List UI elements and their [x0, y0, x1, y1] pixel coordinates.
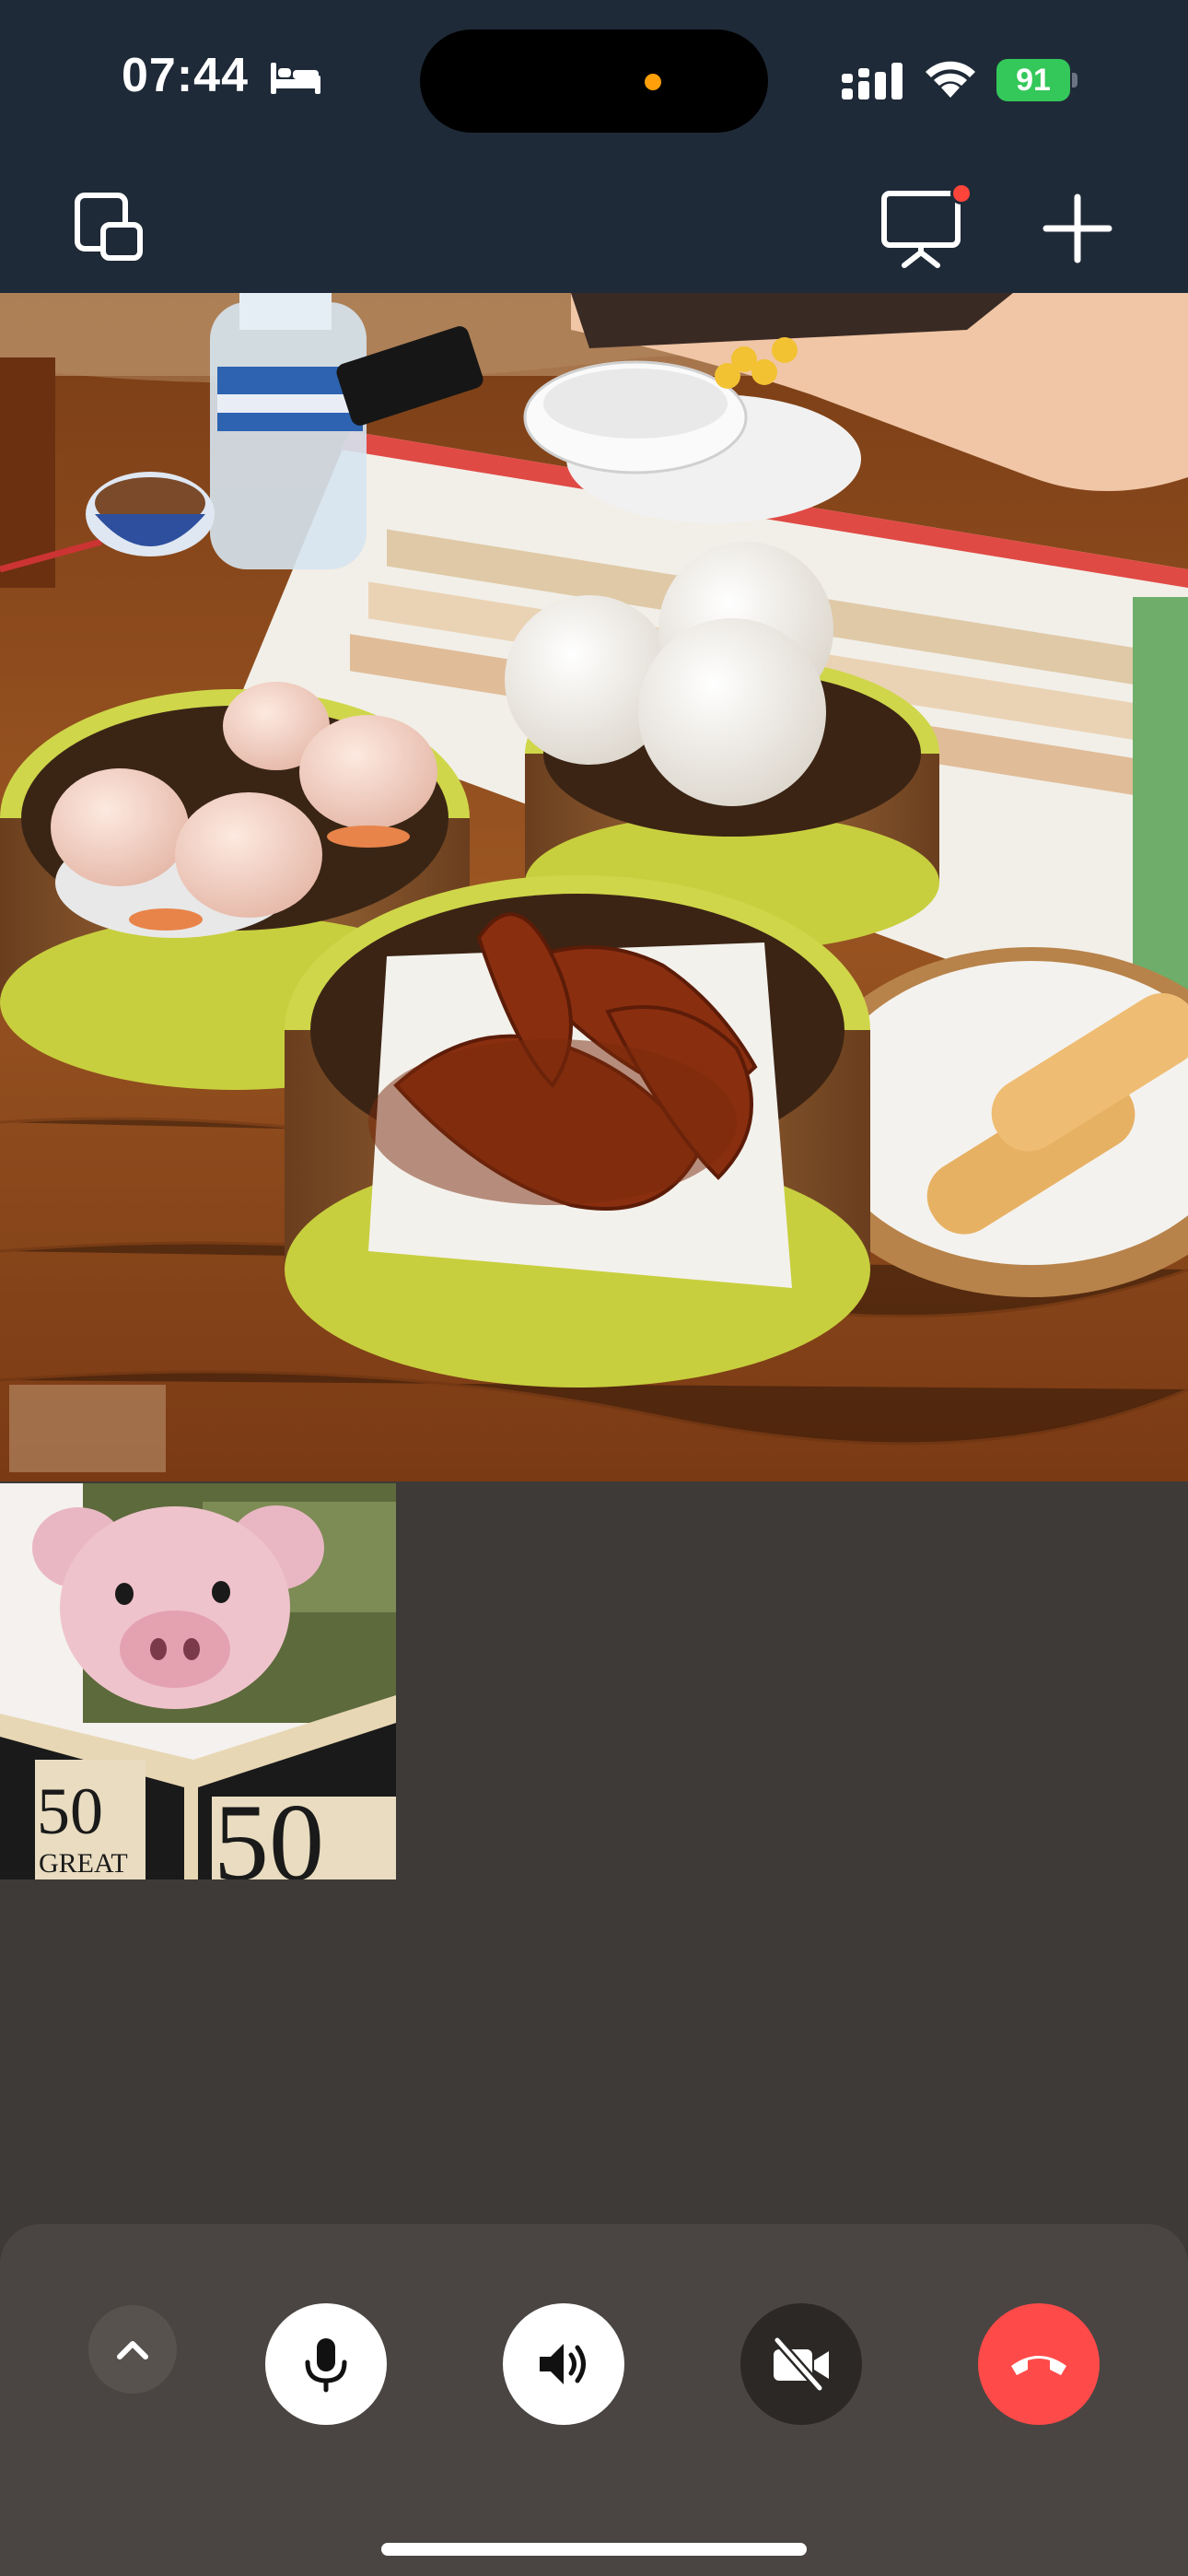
chevron-up-icon — [117, 2341, 148, 2359]
local-video-preview[interactable]: 50 GREAT 50 — [0, 1483, 396, 1879]
battery-icon: 91 — [996, 59, 1077, 101]
battery-percent: 91 — [996, 59, 1070, 101]
dynamic-island — [420, 29, 768, 133]
switch-camera-icon — [75, 193, 143, 261]
switch-camera-button[interactable] — [72, 190, 149, 267]
end-call-icon — [1011, 2356, 1066, 2375]
remote-video-image — [0, 293, 1188, 1481]
local-video-image: 50 GREAT 50 — [0, 1483, 396, 1879]
signal-icon — [842, 63, 903, 100]
book-text-left: 50 — [37, 1774, 103, 1848]
speaker-button[interactable] — [503, 2303, 624, 2425]
home-indicator[interactable] — [381, 2543, 807, 2556]
add-participant-button[interactable] — [1039, 190, 1116, 267]
share-screen-button[interactable] — [879, 181, 973, 269]
expand-controls-button[interactable] — [88, 2305, 177, 2394]
remote-video-feed[interactable] — [0, 293, 1188, 1481]
bed-icon — [271, 63, 320, 94]
notification-dot — [950, 182, 973, 205]
book-text-right: 50 — [214, 1781, 324, 1879]
status-and-header: 07:44 91 — [0, 0, 1188, 293]
camera-off-icon — [774, 2336, 829, 2392]
end-call-button[interactable] — [978, 2303, 1100, 2425]
wifi-icon — [926, 61, 975, 98]
speaker-icon — [540, 2344, 586, 2384]
microphone-button[interactable] — [265, 2303, 387, 2425]
microphone-icon — [305, 2338, 347, 2393]
privacy-indicator-dot — [645, 74, 661, 90]
book-subtitle: GREAT — [39, 1848, 128, 1879]
add-icon — [1042, 193, 1112, 263]
camera-toggle-button[interactable] — [740, 2303, 862, 2425]
status-time: 07:44 — [122, 49, 249, 102]
